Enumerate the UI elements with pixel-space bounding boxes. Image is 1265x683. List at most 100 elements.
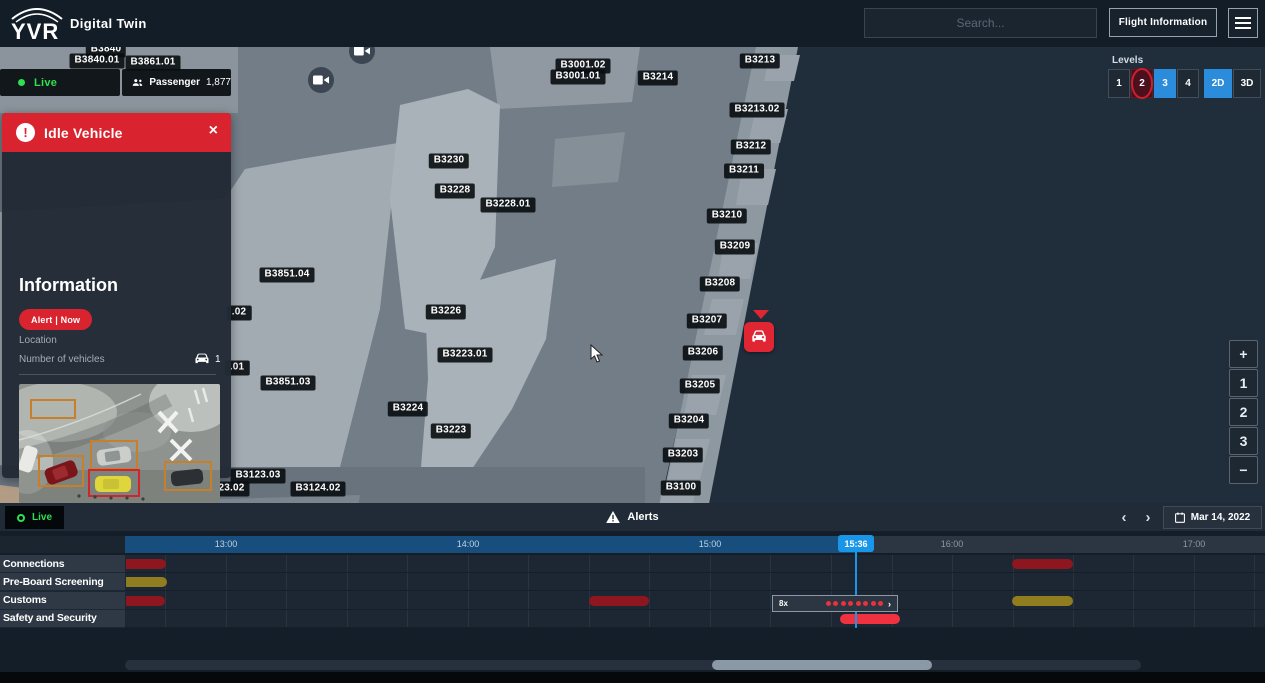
level-button-4[interactable]: 4 xyxy=(1177,69,1199,98)
gate-label: B3100 xyxy=(661,481,701,496)
timeline-rows: ConnectionsPre-Board ScreeningCustomsSaf… xyxy=(0,555,1265,628)
map-control-level-1[interactable]: 1 xyxy=(1229,369,1258,397)
vehicle-camera-snapshot xyxy=(19,384,220,503)
alert-exclamation-icon: ! xyxy=(16,123,35,142)
gate-label: B3211 xyxy=(724,164,764,179)
timeline-ruler[interactable]: 13:0014:0015:0016:0017:00 15:36 xyxy=(0,536,1265,553)
alert-bar[interactable] xyxy=(1012,559,1073,569)
row-label: Pre-Board Screening xyxy=(0,573,125,591)
alert-circle-annotation xyxy=(1131,68,1153,99)
map-zoom-controls: +123− xyxy=(1229,340,1258,484)
search-input[interactable] xyxy=(864,8,1097,38)
time-tick: 16:00 xyxy=(941,539,964,549)
alert-bar[interactable] xyxy=(1012,596,1073,606)
mouse-cursor xyxy=(590,344,604,364)
idle-vehicle-marker[interactable] xyxy=(744,322,774,352)
top-bar: YVR Digital Twin Flight Information xyxy=(0,0,1265,47)
gate-label: B3124.02 xyxy=(291,482,346,497)
alert-bar[interactable] xyxy=(589,596,649,606)
people-icon xyxy=(132,77,143,88)
alert-bar[interactable] xyxy=(126,559,166,569)
app-title: Digital Twin xyxy=(70,16,147,31)
gate-label: B3207 xyxy=(687,314,727,329)
alerts-bar: Alerts Live ‹ › Mar 14, 2022 xyxy=(0,503,1265,531)
next-day-button[interactable]: › xyxy=(1138,506,1158,528)
camera-icon[interactable] xyxy=(308,67,334,93)
gate-label: B3203 xyxy=(663,448,703,463)
passenger-count-badge: Passenger 1,877 xyxy=(122,69,231,96)
live-status-badge: Live xyxy=(0,69,120,96)
timeline-live-badge[interactable]: Live xyxy=(5,506,64,529)
digital-twin-app: B3840B3840.01B3861.01B3001.02B3001.01B32… xyxy=(0,0,1265,683)
gate-label: B3206 xyxy=(683,346,723,361)
timeline-scrollbar-thumb[interactable] xyxy=(712,660,932,670)
levels-label: Levels xyxy=(1112,55,1261,66)
time-tick: 15:00 xyxy=(699,539,722,549)
bottom-strip xyxy=(0,672,1265,683)
map-control-level-2[interactable]: 2 xyxy=(1229,398,1258,426)
levels-panel: Levels 12342D3D xyxy=(1108,55,1261,98)
alert-bar[interactable] xyxy=(126,596,165,606)
flight-information-button[interactable]: Flight Information xyxy=(1109,8,1217,37)
alert-cluster-badge[interactable]: 8x › xyxy=(772,595,898,612)
levels-buttons: 12342D3D xyxy=(1108,69,1261,98)
live-dot-icon xyxy=(18,79,25,86)
car-icon xyxy=(194,352,210,365)
cluster-dots xyxy=(826,601,884,606)
level-button-2[interactable]: 2 xyxy=(1131,69,1153,98)
map-control-zoom-out[interactable]: − xyxy=(1229,456,1258,484)
gate-label: B3205 xyxy=(680,379,720,394)
alert-panel-header: ! Idle Vehicle × xyxy=(2,113,231,152)
idle-vehicle-panel: ! Idle Vehicle × Information Alert | Now… xyxy=(2,113,231,478)
gate-label: B3213.02 xyxy=(730,103,785,118)
live-label: Live xyxy=(34,77,57,89)
svg-text:YVR: YVR xyxy=(11,19,59,42)
map-control-level-3[interactable]: 3 xyxy=(1229,427,1258,455)
yvr-logo: YVR xyxy=(10,5,64,42)
timeline-section: Alerts Live ‹ › Mar 14, 2022 13:0014:001… xyxy=(0,503,1265,683)
cluster-count: 8x xyxy=(779,599,788,608)
date-picker-button[interactable]: Mar 14, 2022 xyxy=(1163,506,1262,529)
vehicle-count-value: 1 xyxy=(215,354,221,365)
level-button-3d[interactable]: 3D xyxy=(1233,69,1261,98)
timeline-lane xyxy=(0,610,1265,628)
gate-label: B3213 xyxy=(740,54,780,69)
warning-icon xyxy=(606,511,620,523)
divider xyxy=(19,374,216,375)
gate-label: B3226 xyxy=(426,305,466,320)
chevron-right-icon[interactable]: › xyxy=(888,599,891,609)
previous-day-button[interactable]: ‹ xyxy=(1114,506,1134,528)
level-button-3[interactable]: 3 xyxy=(1154,69,1176,98)
car-icon xyxy=(749,327,769,347)
timeline-lane xyxy=(0,555,1265,573)
gate-label: B3214 xyxy=(638,71,678,86)
map-control-zoom-in[interactable]: + xyxy=(1229,340,1258,368)
timeline-scrollbar-track[interactable] xyxy=(125,660,1141,670)
gate-label: B3210 xyxy=(707,209,747,224)
gate-label: B3204 xyxy=(669,414,709,429)
level-button-2d[interactable]: 2D xyxy=(1204,69,1232,98)
menu-button[interactable] xyxy=(1228,8,1258,38)
alert-now-badge[interactable]: Alert | Now xyxy=(19,309,92,330)
gate-label: B3208 xyxy=(700,277,740,292)
time-tick: 14:00 xyxy=(457,539,480,549)
alerts-title: Alerts xyxy=(0,503,1265,531)
passenger-label: Passenger xyxy=(149,77,200,88)
gate-label: B3230 xyxy=(429,154,469,169)
current-time-line xyxy=(855,552,857,628)
current-time-badge[interactable]: 15:36 xyxy=(838,535,874,552)
level-button-1[interactable]: 1 xyxy=(1108,69,1130,98)
vehicle-marker-pointer xyxy=(753,310,769,319)
calendar-icon xyxy=(1175,512,1185,523)
gate-label: B3840.01 xyxy=(70,54,125,69)
location-label: Location xyxy=(19,335,57,346)
gate-label: B3212 xyxy=(731,140,771,155)
alert-bar[interactable] xyxy=(126,577,167,587)
alert-bar[interactable] xyxy=(840,614,900,624)
alert-panel-title: Idle Vehicle xyxy=(44,125,123,141)
time-tick: 17:00 xyxy=(1183,539,1206,549)
close-icon[interactable]: × xyxy=(209,123,218,139)
timeline-lane xyxy=(0,573,1265,591)
information-heading: Information xyxy=(19,275,118,296)
row-label: Safety and Security xyxy=(0,610,125,628)
